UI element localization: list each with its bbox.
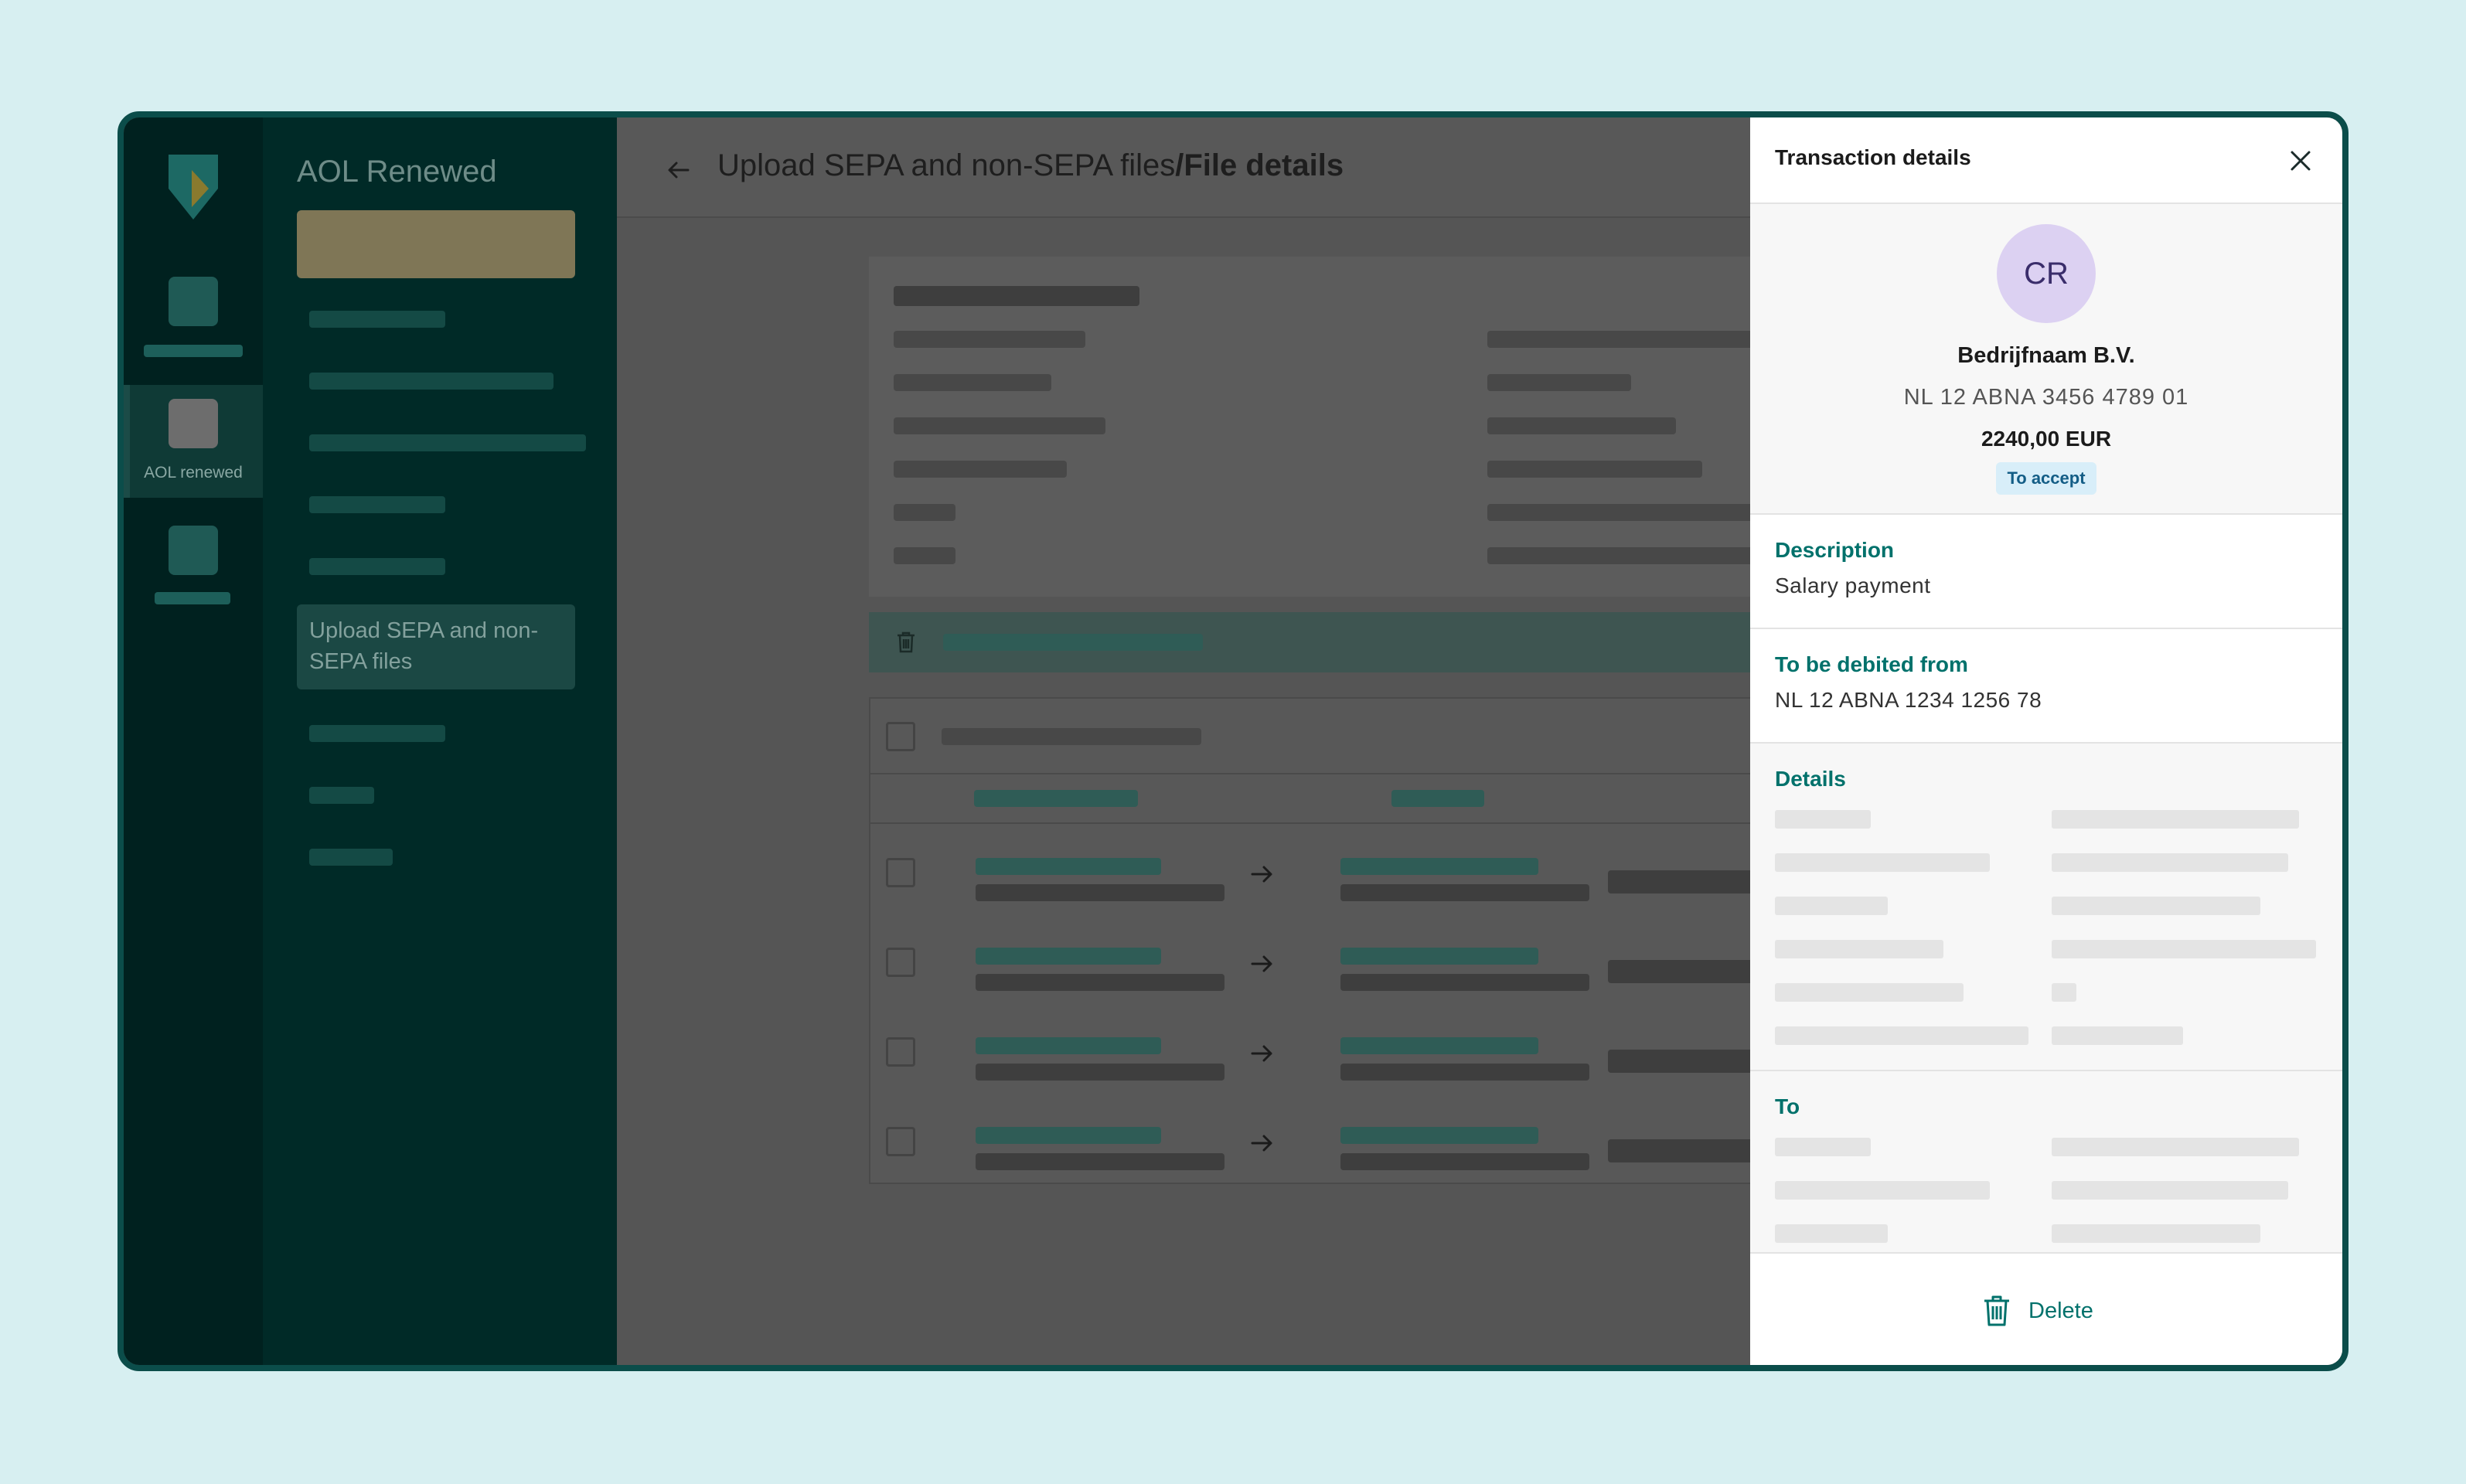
nav-item[interactable]	[309, 434, 586, 451]
rail-item-active-label: AOL renewed	[144, 464, 243, 482]
to-section: To	[1750, 1071, 2342, 1264]
arrow-left-icon[interactable]	[666, 158, 691, 182]
arrow-right-icon	[1251, 866, 1272, 883]
row-checkbox[interactable]	[886, 858, 915, 887]
row-checkbox[interactable]	[886, 948, 915, 977]
transactions-table	[869, 697, 1798, 1184]
bulk-action-bar	[869, 612, 1797, 672]
debit-account-label: To be debited from	[1775, 652, 1968, 676]
rail-item-1-icon[interactable]	[169, 277, 218, 326]
details-label: Details	[1775, 767, 1846, 791]
nav-item[interactable]	[309, 373, 553, 390]
trash-icon[interactable]	[895, 631, 917, 654]
file-summary-card	[869, 257, 1797, 597]
main-content: Upload SEPA and non-SEPA files/File deta…	[617, 117, 2342, 1365]
nav-item-upload-sepa-label: Upload SEPA and non-SEPA files	[309, 618, 539, 674]
trash-icon	[1984, 1295, 2009, 1326]
nav-item[interactable]	[309, 311, 445, 328]
page-title-detail: /File details	[1175, 148, 1344, 182]
page-title: Upload SEPA and non-SEPA files/File deta…	[717, 148, 1344, 183]
delete-button[interactable]: Delete	[1982, 1292, 2093, 1329]
rail-item-1-label	[144, 345, 243, 357]
panel-footer: Delete	[1750, 1252, 2342, 1365]
avatar: CR	[1997, 224, 2096, 323]
nav-item[interactable]	[309, 787, 374, 804]
panel-title: Transaction details	[1775, 145, 1971, 169]
debit-account-section: To be debited from NL 12 ABNA 1234 1256 …	[1750, 629, 2342, 744]
app-rail: AOL renewed	[124, 117, 263, 1365]
nav-primary-button[interactable]	[297, 210, 575, 278]
side-navigation: AOL Renewed Upload SEPA and non-SEPA fil…	[263, 117, 617, 1365]
counterparty-iban: NL 12 ABNA 3456 4789 01	[1903, 385, 2189, 410]
status-badge: To accept	[1996, 462, 2096, 495]
row-checkbox[interactable]	[886, 1127, 915, 1156]
arrow-right-icon	[1251, 1135, 1272, 1152]
debit-account-value: NL 12 ABNA 1234 1256 78	[1775, 688, 2042, 712]
description-value: Salary payment	[1775, 574, 1931, 597]
panel-header: Transaction details	[1750, 117, 2342, 204]
delete-label: Delete	[2028, 1298, 2093, 1323]
close-icon[interactable]	[2288, 148, 2313, 173]
counterparty-summary: CR Bedrijfnaam B.V. NL 12 ABNA 3456 4789…	[1750, 204, 2342, 515]
transaction-details-panel: Transaction details CR Bedrijfnaam B.V. …	[1750, 117, 2342, 1365]
brand-logo-icon	[169, 155, 218, 220]
select-all-checkbox[interactable]	[886, 722, 915, 751]
nav-item[interactable]	[309, 725, 445, 742]
rail-item-3-icon[interactable]	[169, 526, 218, 575]
row-checkbox[interactable]	[886, 1037, 915, 1067]
to-label: To	[1775, 1094, 1800, 1118]
arrow-right-icon	[1251, 1045, 1272, 1062]
rail-item-3-label	[155, 592, 230, 604]
description-section: Description Salary payment	[1750, 515, 2342, 629]
transaction-amount: 2240,00 EUR	[1981, 427, 2112, 451]
page-title-main: Upload SEPA and non-SEPA files	[717, 148, 1176, 182]
counterparty-name: Bedrijfnaam B.V.	[1957, 343, 2135, 368]
rail-item-active-icon[interactable]	[169, 399, 218, 448]
nav-item[interactable]	[309, 496, 445, 513]
nav-item[interactable]	[309, 558, 445, 575]
app-window: AOL renewed AOL Renewed Upload SEPA and …	[118, 111, 2348, 1371]
arrow-right-icon	[1251, 955, 1272, 972]
nav-title: AOL Renewed	[297, 155, 497, 189]
description-label: Description	[1775, 538, 1895, 562]
nav-item[interactable]	[309, 849, 393, 866]
details-section: Details	[1750, 744, 2342, 1071]
